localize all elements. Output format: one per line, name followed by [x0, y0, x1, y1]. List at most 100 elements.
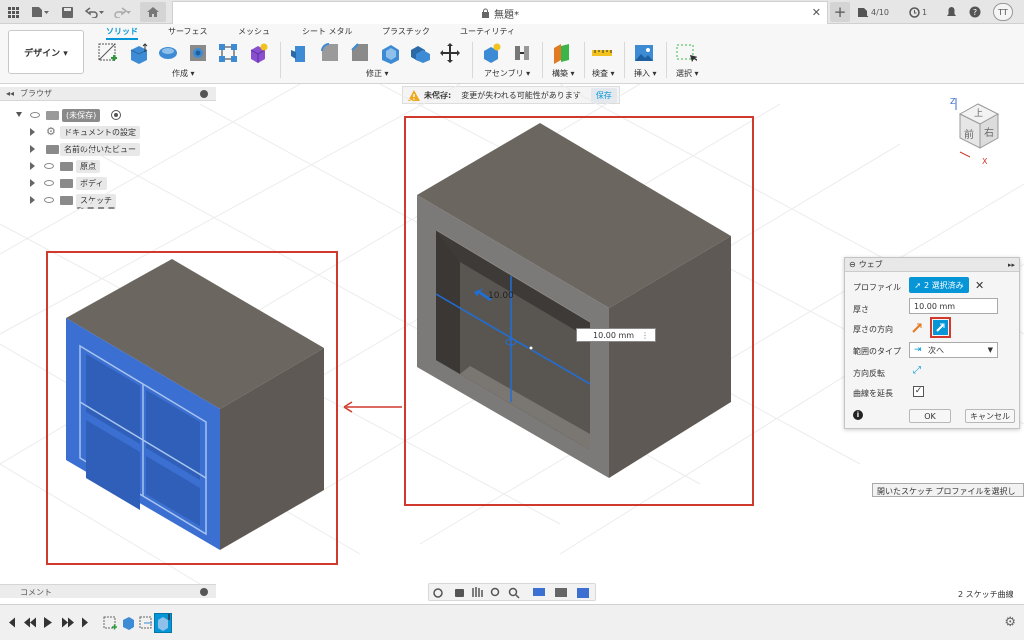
measure-icon[interactable] — [590, 41, 614, 65]
display-settings-icon[interactable] — [529, 584, 551, 602]
zoom-icon[interactable] — [487, 584, 503, 602]
offset-plane-icon[interactable] — [550, 41, 574, 65]
workspace-switcher[interactable]: デザイン ▾ — [8, 30, 84, 74]
document-tab[interactable]: 無題* ✕ — [172, 1, 828, 24]
hole-icon[interactable] — [186, 41, 210, 65]
add-comment-icon[interactable] — [200, 588, 208, 596]
pattern-icon[interactable] — [216, 41, 240, 65]
tab-mesh[interactable]: メッシュ — [238, 26, 270, 37]
collapse-panel-icon[interactable]: ⊖ — [849, 260, 856, 269]
timeline-last-icon[interactable] — [80, 613, 94, 633]
save-icon[interactable] — [60, 4, 74, 20]
timeline-sketch-feature[interactable] — [102, 615, 118, 631]
user-avatar[interactable]: TT — [993, 3, 1013, 21]
group-create[interactable]: 作成 ▾ — [172, 68, 195, 79]
new-tab-icon[interactable]: + — [830, 2, 850, 22]
clear-selection-icon[interactable]: ✕ — [975, 279, 984, 292]
web-dialog-header[interactable]: ⊖ ウェブ ▸▸ — [845, 258, 1019, 272]
press-pull-icon[interactable] — [288, 41, 312, 65]
pan-hand-icon[interactable] — [469, 584, 485, 602]
move-icon[interactable] — [438, 41, 462, 65]
tooltip: 開いたスケッチ プロファイルを選択し — [872, 483, 1024, 497]
timeline-extrude-feature[interactable] — [120, 615, 136, 631]
timeline-web-feature[interactable] — [154, 613, 172, 633]
extent-type-select[interactable]: ⇥ 次へ ▼ — [909, 342, 998, 358]
notifications-bell-icon[interactable] — [944, 4, 958, 20]
document-title: 無題* — [494, 9, 519, 21]
flip-direction-icon[interactable]: ⤢ — [913, 365, 921, 376]
group-construct[interactable]: 構築 ▾ — [552, 68, 575, 79]
timeline-previous-icon[interactable] — [22, 613, 38, 633]
tab-sheet-metal[interactable]: シート メタル — [302, 26, 353, 37]
app-grid-icon[interactable] — [6, 4, 20, 20]
cube-face-front[interactable]: 前 — [964, 126, 974, 141]
group-insert[interactable]: 挿入 ▾ — [634, 68, 657, 79]
cube-face-right[interactable]: 右 — [984, 124, 994, 139]
cancel-button[interactable]: キャンセル — [965, 409, 1015, 423]
orbit-icon[interactable] — [429, 584, 451, 602]
comments-label: コメント — [20, 588, 52, 597]
more-options-icon[interactable]: ⋮ — [641, 331, 649, 340]
group-select[interactable]: 選択 ▾ — [676, 68, 699, 79]
tab-surface[interactable]: サーフェス — [168, 26, 208, 37]
direction-other-side-button[interactable] — [930, 317, 951, 338]
label-flip: 方向反転 — [853, 369, 885, 378]
job-status-button[interactable]: 4/10 — [856, 4, 890, 20]
group-modify[interactable]: 修正 ▾ — [366, 68, 389, 79]
thickness-input[interactable]: 10.00 mm — [909, 298, 998, 314]
undo-icon[interactable] — [84, 4, 106, 20]
redo-icon[interactable] — [110, 4, 132, 20]
timeline-sketch-feature-2[interactable] — [138, 615, 154, 631]
svg-text:?: ? — [973, 8, 977, 17]
timeline-first-icon[interactable] — [4, 613, 18, 633]
new-component-icon[interactable] — [480, 41, 504, 65]
timeline-settings-gear-icon[interactable]: ⚙ — [1004, 615, 1016, 630]
cube-face-top[interactable]: 上 — [974, 106, 983, 119]
expand-panel-icon[interactable]: ▸▸ — [1008, 261, 1015, 269]
ribbon-divider — [666, 42, 667, 78]
extrude-icon[interactable] — [126, 41, 150, 65]
shell-icon[interactable] — [378, 41, 402, 65]
workspace-label: デザイン ▾ — [24, 48, 68, 59]
combine-icon[interactable] — [408, 41, 432, 65]
select-window-icon[interactable] — [674, 41, 698, 65]
chamfer-icon[interactable] — [348, 41, 372, 65]
form-icon[interactable] — [246, 41, 270, 65]
timeline-play-icon[interactable] — [42, 613, 56, 633]
home-icon[interactable] — [140, 2, 166, 22]
viewports-icon[interactable] — [573, 584, 595, 602]
direction-one-side-icon[interactable] — [909, 320, 925, 336]
clock-button[interactable]: 1 — [906, 4, 930, 20]
close-tab-icon[interactable]: ✕ — [812, 6, 821, 19]
group-inspect[interactable]: 検査 ▾ — [592, 68, 615, 79]
tab-utility[interactable]: ユーティリティ — [460, 26, 515, 37]
insert-image-icon[interactable] — [632, 41, 656, 65]
group-assemble[interactable]: アセンブリ ▾ — [484, 68, 530, 79]
ok-button[interactable]: OK — [909, 409, 951, 423]
file-menu-icon[interactable] — [30, 4, 50, 20]
extend-curves-checkbox[interactable]: ✓ — [913, 386, 924, 397]
ribbon-divider — [472, 42, 473, 78]
ribbon-divider — [280, 42, 281, 78]
create-sketch-icon[interactable] — [96, 41, 120, 65]
tab-solid[interactable]: ソリッド — [106, 26, 138, 40]
profile-selection-button[interactable]: ➚ 2 選択済み — [909, 277, 969, 293]
timeline-next-icon[interactable] — [60, 613, 76, 633]
info-icon[interactable]: i — [853, 410, 863, 420]
fillet-icon[interactable] — [318, 41, 342, 65]
joint-icon[interactable] — [510, 41, 534, 65]
look-at-icon[interactable] — [451, 584, 467, 602]
navigation-bar — [428, 583, 596, 601]
zoom-window-icon[interactable] — [505, 584, 527, 602]
revolve-icon[interactable] — [156, 41, 180, 65]
ok-button-label: OK — [924, 411, 936, 421]
label-thickness: 厚さ — [853, 305, 869, 314]
dimension-input[interactable]: 10.00 mm ⋮ — [576, 328, 656, 342]
view-cube[interactable]: Z 上 前 右 X — [946, 96, 1006, 168]
grid-snap-icon[interactable] — [551, 584, 573, 602]
axis-x-label: X — [982, 157, 988, 166]
tab-plastic[interactable]: プラスチック — [382, 26, 430, 37]
comments-bar[interactable]: コメント — [0, 584, 216, 598]
ribbon-divider — [584, 42, 585, 78]
help-icon[interactable]: ? — [968, 4, 982, 20]
